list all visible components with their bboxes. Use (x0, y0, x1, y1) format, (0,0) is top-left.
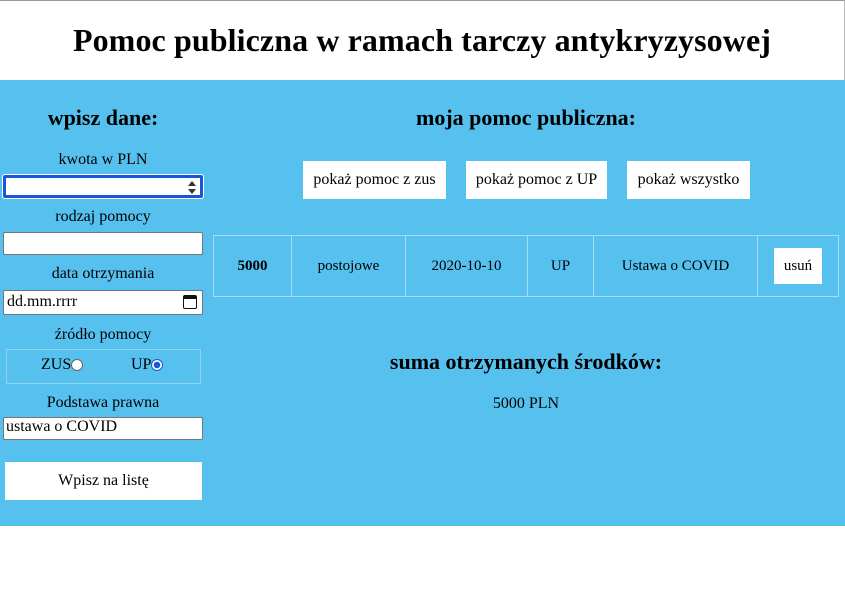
legal-value: ustawa o COVID (6, 418, 118, 435)
delete-button[interactable]: usuń (774, 248, 822, 284)
number-spinner-icon[interactable] (187, 180, 196, 195)
row-source: UP (528, 236, 594, 296)
row-type: postojowe (292, 236, 406, 296)
radio-label-zus: ZUS (41, 356, 72, 373)
amount-input[interactable] (2, 174, 204, 199)
legal-input[interactable]: ustawa o COVID (3, 417, 203, 440)
radio-option-zus[interactable]: ZUS (41, 356, 84, 374)
form-title: wpisz dane: (47, 105, 159, 130)
radio-button-up[interactable] (151, 359, 164, 371)
page-title: Pomoc publiczna w ramach tarczy antykryz… (72, 22, 772, 58)
date-input[interactable]: dd.mm.rrrr (3, 290, 203, 315)
date-label: data otrzymania (51, 265, 155, 282)
type-input[interactable] (3, 232, 203, 255)
type-label: rodzaj pomocy (55, 208, 151, 225)
calendar-icon[interactable] (183, 295, 197, 309)
list-title: moja pomoc publiczna: (416, 105, 636, 130)
main-panel: wpisz dane: kwota w PLN rodzaj pomocy da… (0, 80, 845, 526)
summary-title: suma otrzymanych środków: (389, 349, 663, 374)
submit-button[interactable]: Wpisz na listę (5, 462, 202, 500)
amount-label: kwota w PLN (58, 151, 148, 168)
aid-table: 5000 postojowe 2020-10-10 UP Ustawa o CO… (213, 235, 839, 297)
filter-all-button[interactable]: pokaż wszystko (627, 161, 750, 199)
row-amount: 5000 (214, 236, 292, 296)
row-legal: Ustawa o COVID (594, 236, 758, 296)
radio-label-up: UP (131, 356, 152, 373)
radio-option-up[interactable]: UP (131, 356, 164, 374)
row-date: 2020-10-10 (406, 236, 528, 296)
page-header: Pomoc publiczna w ramach tarczy antykryz… (0, 0, 845, 80)
summary-value: 5000 PLN (492, 395, 560, 412)
date-placeholder: dd.mm.rrrr (7, 293, 78, 310)
filter-zus-button[interactable]: pokaż pomoc z zus (303, 161, 446, 199)
radio-button-zus[interactable] (71, 359, 84, 371)
filter-up-button[interactable]: pokaż pomoc z UP (466, 161, 607, 199)
source-label: źródło pomocy (54, 326, 152, 343)
row-actions: usuń (758, 236, 838, 296)
legal-label: Podstawa prawna (46, 394, 160, 411)
source-radio-group: ZUS UP (6, 349, 201, 384)
